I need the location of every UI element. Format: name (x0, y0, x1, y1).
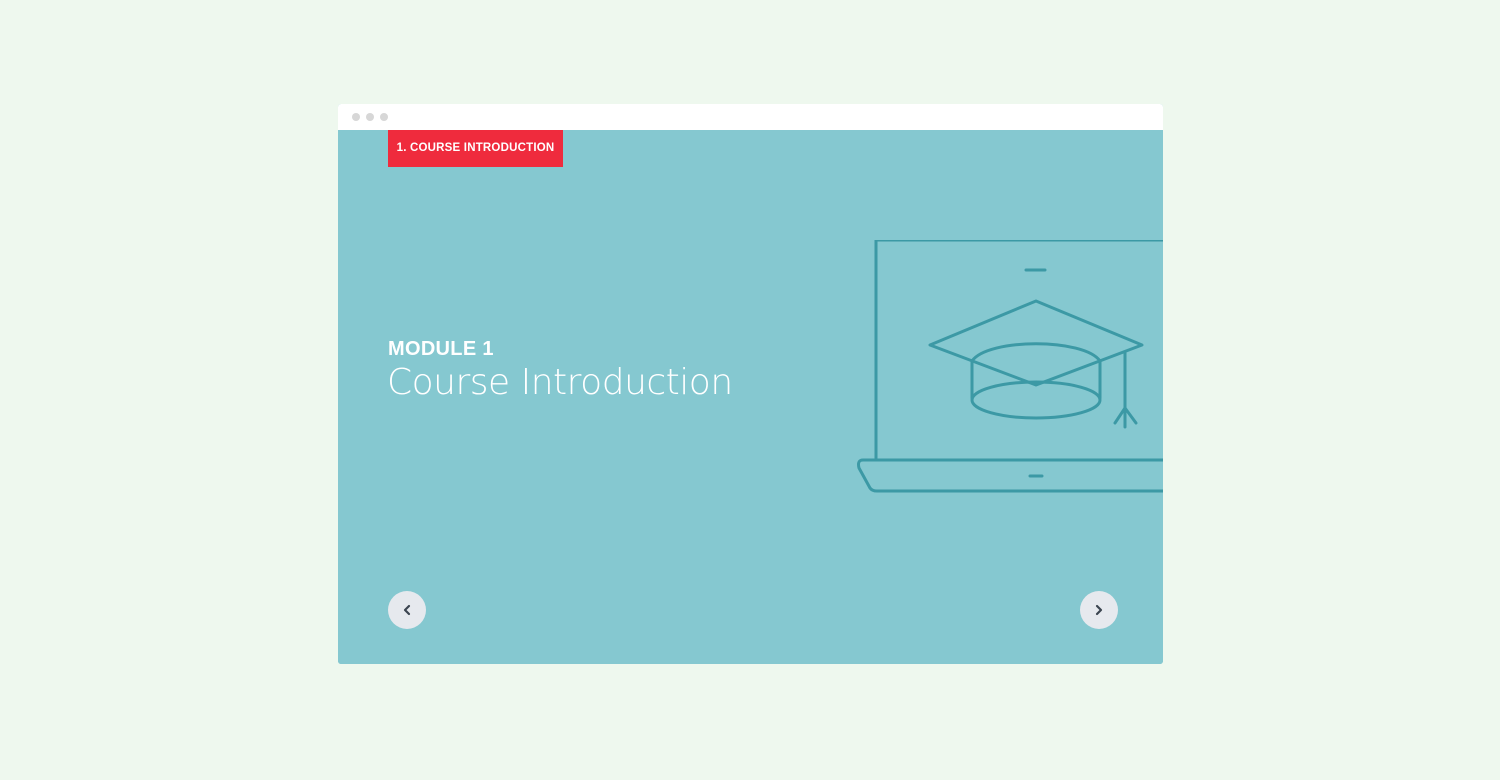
previous-button[interactable] (388, 591, 426, 629)
next-button[interactable] (1080, 591, 1118, 629)
window-dot-3 (380, 113, 388, 121)
browser-window: 1. COURSE INTRODUCTION MODULE 1 Course I… (338, 104, 1163, 664)
laptop-graduation-cap-icon (857, 240, 1163, 493)
section-tag: 1. COURSE INTRODUCTION (388, 130, 563, 167)
chevron-left-icon (403, 604, 411, 616)
module-title: Course Introduction (387, 362, 733, 403)
window-dot-1 (352, 113, 360, 121)
window-titlebar (338, 104, 1163, 130)
window-dot-2 (366, 113, 374, 121)
module-label: MODULE 1 (388, 338, 494, 360)
course-slide: 1. COURSE INTRODUCTION MODULE 1 Course I… (338, 130, 1163, 664)
chevron-right-icon (1095, 604, 1103, 616)
